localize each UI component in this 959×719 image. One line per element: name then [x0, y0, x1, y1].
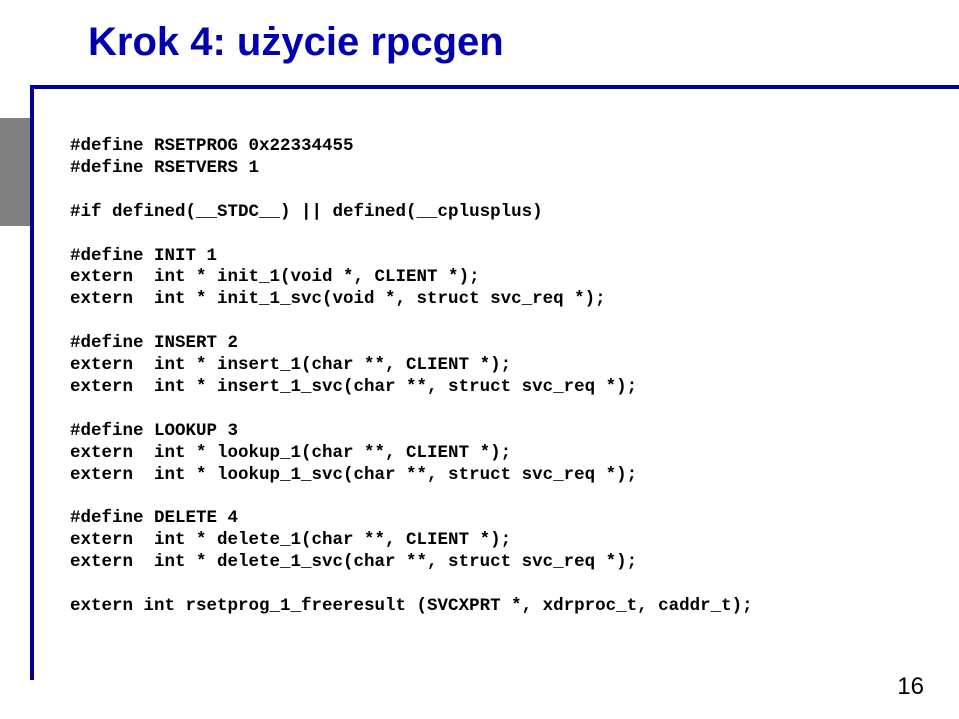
sidebar-decoration [0, 154, 30, 190]
code-line: #define INSERT 2 extern int * insert_1(c… [70, 333, 899, 399]
slide-title: Krok 4: użycie rpcgen [88, 20, 504, 65]
page-number: 16 [897, 673, 924, 701]
code-line: #define RSETPROG 0x22334455 #define RSET… [70, 136, 899, 180]
code-line: #define LOOKUP 3 extern int * lookup_1(c… [70, 421, 899, 487]
code-block: #define RSETPROG 0x22334455 #define RSET… [70, 114, 899, 618]
slide: Krok 4: użycie rpcgen #define RSETPROG 0… [0, 0, 959, 719]
sidebar-decoration [0, 190, 30, 226]
code-line: #if defined(__STDC__) || defined(__cplus… [70, 202, 899, 224]
code-line: extern int rsetprog_1_freeresult (SVCXPR… [70, 596, 899, 618]
sidebar-decoration [0, 118, 30, 154]
code-line: #define DELETE 4 extern int * delete_1(c… [70, 508, 899, 574]
code-line: #define INIT 1 extern int * init_1(void … [70, 246, 899, 312]
